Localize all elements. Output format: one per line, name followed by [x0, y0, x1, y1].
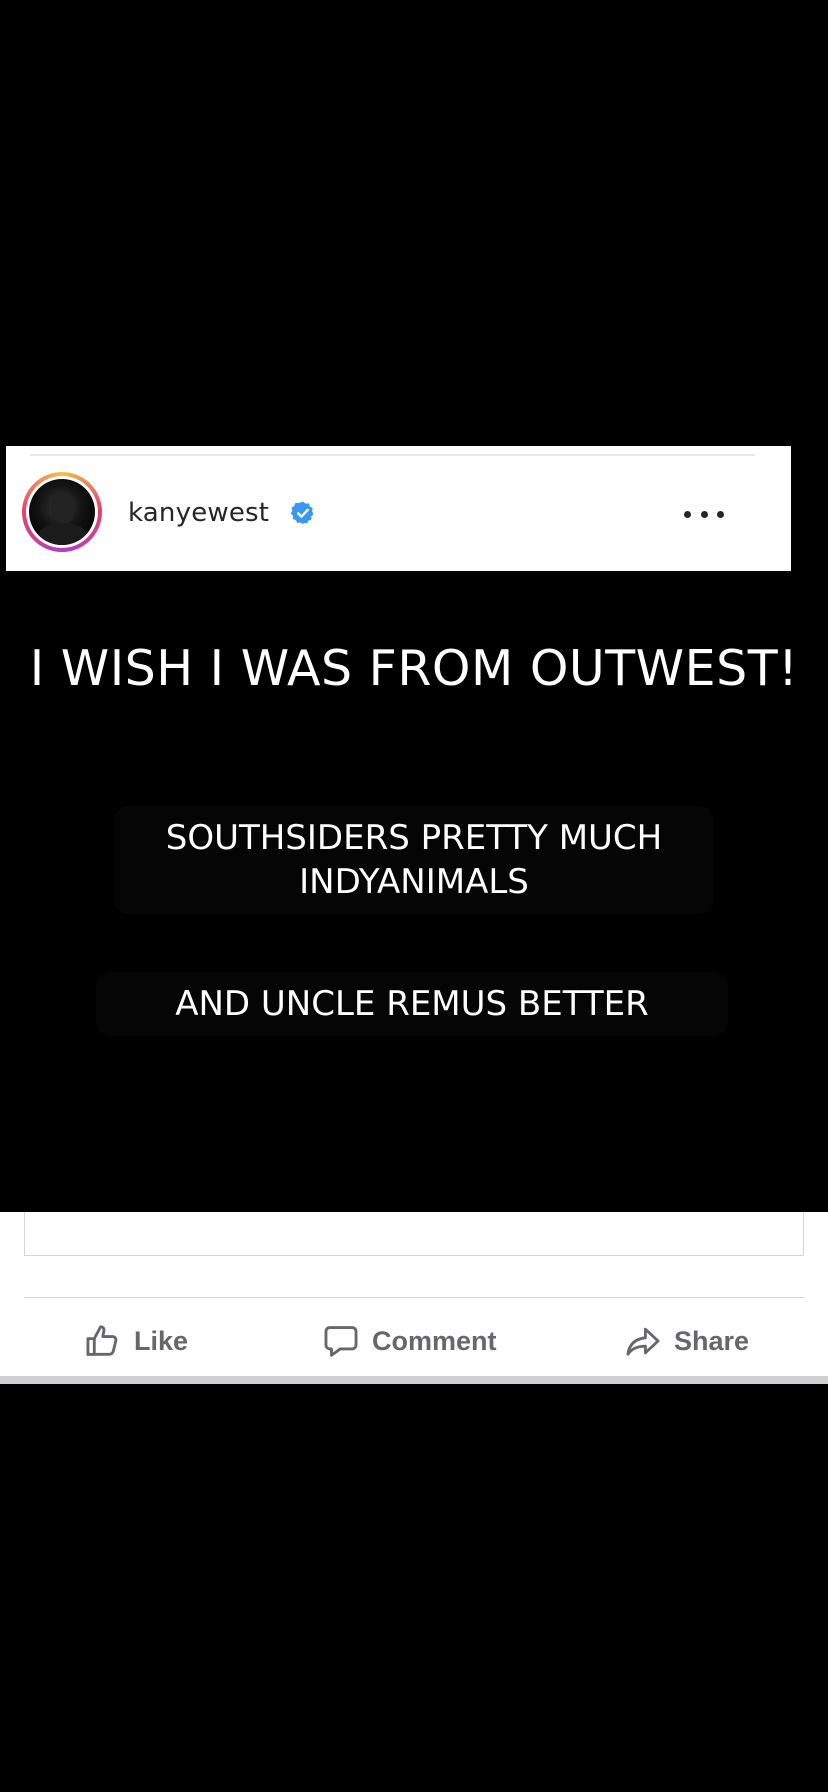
comment-icon	[324, 1326, 358, 1357]
link-preview-box[interactable]	[24, 1212, 804, 1256]
like-button[interactable]: Like	[84, 1316, 188, 1366]
section-separator	[0, 1376, 828, 1384]
share-icon	[626, 1327, 660, 1356]
divider	[30, 454, 755, 456]
comment-button[interactable]: Comment	[322, 1316, 497, 1366]
post-headline: I WISH I WAS FROM OUTWEST!	[29, 640, 799, 697]
facebook-post-footer: Like Comment Share	[0, 1212, 828, 1384]
divider	[24, 1297, 804, 1298]
avatar-image	[29, 479, 95, 545]
share-button[interactable]: Share	[624, 1316, 749, 1366]
share-label: Share	[674, 1325, 750, 1356]
username[interactable]: kanyewest	[128, 498, 269, 528]
more-options-icon[interactable]	[684, 502, 724, 526]
caption-line-1: SOUTHSIDERS PRETTY MUCH INDYANIMALS	[114, 806, 714, 914]
like-icon	[86, 1325, 118, 1356]
instagram-post-header: kanyewest	[6, 446, 791, 571]
comment-label: Comment	[372, 1325, 497, 1356]
caption-line-2: AND UNCLE REMUS BETTER	[96, 972, 728, 1036]
like-label: Like	[134, 1325, 189, 1356]
verified-icon	[290, 501, 314, 525]
avatar[interactable]	[22, 472, 102, 552]
